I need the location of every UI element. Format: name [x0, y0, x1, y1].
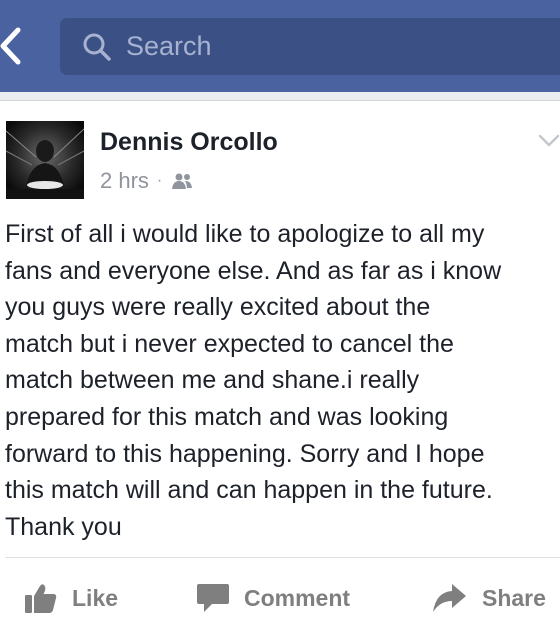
post-body-text: First of all i would like to apologize t…	[5, 220, 502, 541]
post-timestamp[interactable]: 2 hrs	[100, 168, 149, 194]
author-avatar[interactable]	[6, 121, 84, 199]
chevron-left-icon	[0, 27, 21, 65]
search-bar[interactable]	[60, 18, 560, 75]
share-label: Share	[482, 584, 546, 611]
post-meta: 2 hrs ·	[100, 167, 196, 195]
friends-icon	[172, 173, 193, 189]
back-button[interactable]	[0, 26, 26, 66]
share-arrow-icon	[433, 584, 466, 612]
comment-label: Comment	[244, 584, 351, 611]
avatar-photo	[6, 121, 84, 199]
thumbs-up-icon	[25, 584, 57, 613]
speech-bubble-icon	[197, 584, 229, 612]
post-card: Dennis Orcollo 2 hrs · First of all i wo…	[0, 101, 560, 638]
author-name[interactable]: Dennis Orcollo	[100, 128, 278, 157]
search-icon	[83, 33, 111, 61]
comment-button[interactable]: Comment	[196, 573, 350, 623]
meta-separator: ·	[156, 172, 163, 189]
search-input[interactable]	[126, 26, 526, 66]
top-navigation-bar	[0, 0, 560, 92]
like-label: Like	[72, 584, 119, 611]
share-button[interactable]: Share	[432, 573, 546, 623]
like-button[interactable]: Like	[24, 573, 118, 623]
action-divider	[5, 557, 560, 558]
feed-divider	[0, 92, 560, 101]
chevron-down-icon[interactable]	[536, 131, 560, 151]
